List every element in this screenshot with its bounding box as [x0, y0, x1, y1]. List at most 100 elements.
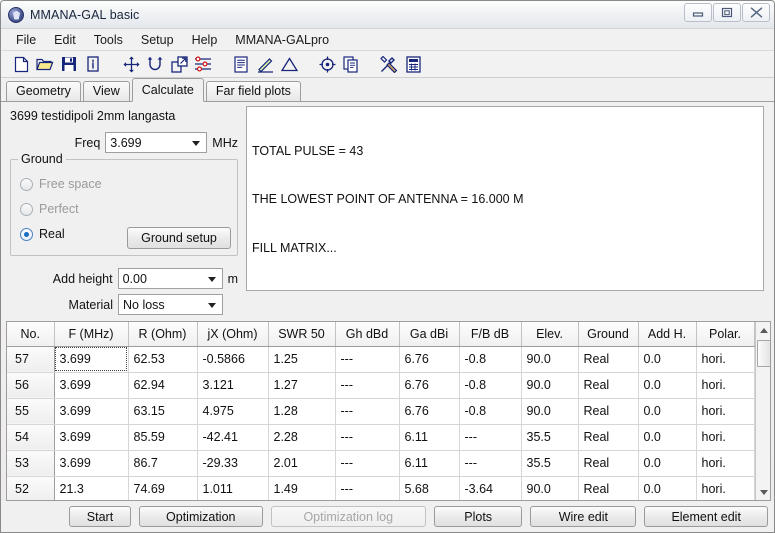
cell-fb[interactable]: ---	[459, 424, 522, 451]
cell-addh[interactable]: 0.0	[638, 424, 697, 451]
tab-calculate[interactable]: Calculate	[131, 78, 204, 102]
cell-ga[interactable]: 5.68	[399, 476, 460, 500]
cell-r[interactable]: 63.15	[128, 398, 198, 425]
cell-swr[interactable]: 1.28	[268, 398, 336, 425]
start-button[interactable]: Start	[69, 506, 131, 527]
pencil-icon[interactable]	[253, 53, 277, 75]
cell-addh[interactable]: 0.0	[638, 450, 697, 477]
cell-fb[interactable]: -0.8	[459, 372, 522, 399]
col-fb-db[interactable]: F/B dB	[459, 322, 522, 347]
cell-no[interactable]: 54	[7, 424, 55, 451]
cell-gh[interactable]: ---	[335, 372, 400, 399]
col-jx-ohm[interactable]: jX (Ohm)	[197, 322, 269, 347]
radio-perfect[interactable]: Perfect	[20, 202, 79, 216]
tab-geometry[interactable]: Geometry	[6, 81, 81, 101]
table-row[interactable]: 57 3.699 62.53 -0.5866 1.25 --- 6.76 -0.…	[7, 346, 755, 373]
scroll-down-arrow-icon[interactable]	[755, 484, 770, 500]
info-icon[interactable]	[81, 53, 105, 75]
cell-ga[interactable]: 6.11	[399, 450, 460, 477]
scale-icon[interactable]	[167, 53, 191, 75]
cell-f[interactable]: 3.699	[54, 424, 129, 451]
cell-r[interactable]: 85.59	[128, 424, 198, 451]
copy-icon[interactable]	[339, 53, 363, 75]
save-disk-icon[interactable]	[57, 53, 81, 75]
table-row[interactable]: 56 3.699 62.94 3.121 1.27 --- 6.76 -0.8 …	[7, 372, 755, 399]
tab-view[interactable]: View	[82, 81, 130, 101]
table-vertical-scrollbar[interactable]	[754, 322, 770, 500]
tools-icon[interactable]	[377, 53, 401, 75]
edit-list-icon[interactable]	[191, 53, 215, 75]
menu-setup[interactable]: Setup	[132, 31, 183, 49]
col-polar[interactable]: Polar.	[696, 322, 755, 347]
menu-edit[interactable]: Edit	[45, 31, 85, 49]
menu-mmana-galpro[interactable]: MMANA-GALpro	[226, 31, 338, 49]
cell-f[interactable]: 3.699	[54, 346, 129, 373]
cell-swr[interactable]: 2.01	[268, 450, 336, 477]
menu-tools[interactable]: Tools	[85, 31, 132, 49]
cell-ground[interactable]: Real	[578, 398, 639, 425]
cell-gh[interactable]: ---	[335, 398, 400, 425]
cell-jx[interactable]: -42.41	[197, 424, 269, 451]
document-icon[interactable]	[229, 53, 253, 75]
col-f-mhz[interactable]: F (MHz)	[54, 322, 129, 347]
cell-ground[interactable]: Real	[578, 476, 639, 500]
maximize-button[interactable]	[713, 3, 741, 22]
cell-no[interactable]: 57	[7, 346, 55, 373]
col-gh-dbd[interactable]: Gh dBd	[335, 322, 400, 347]
cell-gh[interactable]: ---	[335, 346, 400, 373]
cell-r[interactable]: 62.94	[128, 372, 198, 399]
cell-ga[interactable]: 6.11	[399, 424, 460, 451]
new-file-icon[interactable]	[9, 53, 33, 75]
menu-file[interactable]: File	[7, 31, 45, 49]
plots-button[interactable]: Plots	[433, 506, 523, 527]
cell-ground[interactable]: Real	[578, 450, 639, 477]
cell-no[interactable]: 56	[7, 372, 55, 399]
cell-swr[interactable]: 1.49	[268, 476, 336, 500]
cell-f[interactable]: 3.699	[54, 450, 129, 477]
cell-addh[interactable]: 0.0	[638, 372, 697, 399]
cell-polar[interactable]: hori.	[696, 476, 755, 500]
cell-polar[interactable]: hori.	[696, 450, 755, 477]
col-ga-dbi[interactable]: Ga dBi	[399, 322, 460, 347]
cell-elev[interactable]: 35.5	[521, 424, 579, 451]
cell-polar[interactable]: hori.	[696, 398, 755, 425]
cell-ga[interactable]: 6.76	[399, 372, 460, 399]
cell-no[interactable]: 53	[7, 450, 55, 477]
cell-fb[interactable]: -3.64	[459, 476, 522, 500]
minimize-button[interactable]	[684, 3, 712, 22]
cell-addh[interactable]: 0.0	[638, 346, 697, 373]
cell-fb[interactable]: -0.8	[459, 398, 522, 425]
optimization-button[interactable]: Optimization	[138, 506, 263, 527]
cell-r[interactable]: 62.53	[128, 346, 198, 373]
frequency-combo[interactable]: 3.699	[105, 132, 208, 153]
table-row[interactable]: 53 3.699 86.7 -29.33 2.01 --- 6.11 --- 3…	[7, 450, 755, 477]
cell-elev[interactable]: 90.0	[521, 346, 579, 373]
cell-f[interactable]: 3.699	[54, 398, 129, 425]
calculator-icon[interactable]	[401, 53, 425, 75]
cell-ga[interactable]: 6.76	[399, 398, 460, 425]
cell-gh[interactable]: ---	[335, 424, 400, 451]
cell-swr[interactable]: 1.25	[268, 346, 336, 373]
cell-swr[interactable]: 1.27	[268, 372, 336, 399]
move-arrows-icon[interactable]	[119, 53, 143, 75]
cell-r[interactable]: 86.7	[128, 450, 198, 477]
col-swr-50[interactable]: SWR 50	[268, 322, 336, 347]
tab-far-field-plots[interactable]: Far field plots	[205, 81, 301, 101]
menu-help[interactable]: Help	[183, 31, 227, 49]
cell-addh[interactable]: 0.0	[638, 398, 697, 425]
cell-elev[interactable]: 90.0	[521, 372, 579, 399]
radio-free-space[interactable]: Free space	[20, 177, 102, 191]
cell-fb[interactable]: -0.8	[459, 346, 522, 373]
cell-r[interactable]: 74.69	[128, 476, 198, 500]
cell-f[interactable]: 21.3	[54, 476, 129, 500]
cell-f[interactable]: 3.699	[54, 372, 129, 399]
ground-setup-button[interactable]: Ground setup	[127, 227, 231, 249]
material-combo[interactable]: No loss	[118, 294, 223, 315]
rotate-icon[interactable]	[143, 53, 167, 75]
cell-polar[interactable]: hori.	[696, 346, 755, 373]
table-row[interactable]: 52 21.3 74.69 1.011 1.49 --- 5.68 -3.64 …	[7, 476, 755, 500]
cell-gh[interactable]: ---	[335, 450, 400, 477]
cell-jx[interactable]: 1.011	[197, 476, 269, 500]
table-row[interactable]: 55 3.699 63.15 4.975 1.28 --- 6.76 -0.8 …	[7, 398, 755, 425]
wire-edit-button[interactable]: Wire edit	[530, 506, 637, 527]
